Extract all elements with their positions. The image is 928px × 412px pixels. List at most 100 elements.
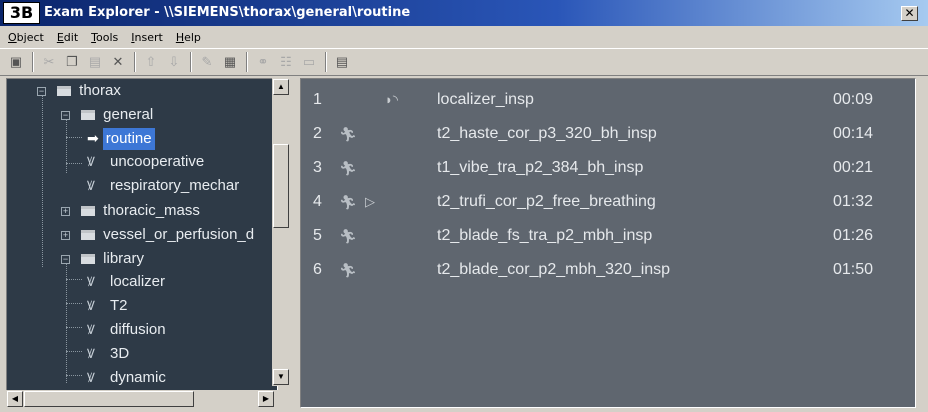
scroll-right-icon[interactable]: ▶ xyxy=(258,391,274,407)
folder-icon xyxy=(57,86,72,96)
tree-item-uncooperative[interactable]: Ꝟuncooperative xyxy=(87,151,207,173)
tree-item-diffusion[interactable]: Ꝟdiffusion xyxy=(87,319,169,341)
collapse-icon[interactable]: − xyxy=(61,111,70,120)
protocol-row[interactable]: 6 🏃︎ t2_blade_cor_p2_mbh_320_insp 01:50 xyxy=(301,253,913,287)
patient-icon: 🏃︎ xyxy=(339,194,357,210)
toolbar-separator xyxy=(246,52,248,72)
properties-icon[interactable]: ▦ xyxy=(219,52,241,72)
protocol-row[interactable]: 2 🏃︎ t2_haste_cor_p3_320_bh_insp 00:14 xyxy=(301,117,913,151)
speaker-icon: ◗◝ xyxy=(385,92,398,107)
tree-vertical-scrollbar[interactable]: ▲ ▼ xyxy=(272,78,290,386)
arrow-right-icon: ➡ xyxy=(87,130,99,146)
folder-icon xyxy=(81,254,96,264)
protocol-number: 2 xyxy=(313,125,322,142)
tree-item-label: respiratory_mechar xyxy=(110,177,240,194)
protocol-number: 3 xyxy=(313,159,322,176)
scroll-down-icon[interactable]: ▼ xyxy=(273,369,289,385)
tree-item-vessel[interactable]: + vessel_or_perfusion_d xyxy=(61,224,257,246)
tree-item-respiratory[interactable]: Ꝟrespiratory_mechar xyxy=(87,175,242,197)
scrollbar-thumb[interactable] xyxy=(24,391,194,407)
tree-item-general[interactable]: − general xyxy=(61,104,156,126)
figure-label: 3B xyxy=(3,2,40,24)
protocol-icon: Ꝟ xyxy=(87,274,95,289)
protocol-duration: 00:09 xyxy=(833,91,874,108)
folder-icon xyxy=(81,230,96,240)
patient-icon: 🏃︎ xyxy=(339,160,357,176)
link-icon[interactable]: ⚭ xyxy=(252,52,274,72)
title-bar: 3B Exam Explorer - \\SIEMENS\thorax\gene… xyxy=(0,0,928,26)
delete-icon[interactable]: ✕ xyxy=(107,52,129,72)
save-icon[interactable]: ▭ xyxy=(298,52,320,72)
protocol-icon: Ꝟ xyxy=(87,322,95,337)
tree-item-label: uncooperative xyxy=(110,153,205,170)
tree-guide-line xyxy=(66,263,67,383)
copy-icon[interactable]: ❐ xyxy=(61,52,83,72)
protocol-icon: Ꝟ xyxy=(87,178,95,193)
exam-tree[interactable]: − thorax − general ➡ routine Ꝟuncooperati… xyxy=(6,78,278,404)
protocol-icon: Ꝟ xyxy=(87,298,95,313)
protocol-duration: 01:32 xyxy=(833,193,874,210)
expand-icon[interactable]: + xyxy=(61,207,70,216)
tree-item-routine[interactable]: ➡ routine xyxy=(87,127,155,150)
menu-object[interactable]: Object xyxy=(8,31,44,44)
toolbar-separator xyxy=(325,52,327,72)
tree-item-t2[interactable]: Ꝟ T2 xyxy=(87,295,131,317)
collapse-icon[interactable]: − xyxy=(37,87,46,96)
toolbar-separator xyxy=(190,52,192,72)
edit-icon[interactable]: ✎ xyxy=(196,52,218,72)
patient-icon: 🏃︎ xyxy=(339,262,357,278)
tree-item-label: dynamic xyxy=(110,369,166,386)
scrollbar-thumb[interactable] xyxy=(273,144,289,228)
tree-item-thorax[interactable]: − thorax xyxy=(37,80,124,102)
tree-item-localizer[interactable]: Ꝟlocalizer xyxy=(87,271,168,293)
folder-icon xyxy=(81,206,96,216)
tree-item-dynamic[interactable]: Ꝟdynamic xyxy=(87,367,169,389)
protocol-icon: Ꝟ xyxy=(87,154,95,169)
cut-icon[interactable]: ✂ xyxy=(38,52,60,72)
protocol-name: t2_trufi_cor_p2_free_breathing xyxy=(437,193,656,210)
protocol-name: t2_haste_cor_p3_320_bh_insp xyxy=(437,125,657,142)
protocol-icon: Ꝟ xyxy=(87,370,95,385)
list-view-icon[interactable]: ▤ xyxy=(331,52,353,72)
protocol-row[interactable]: 4 🏃︎ ▷ t2_trufi_cor_p2_free_breathing 01… xyxy=(301,185,913,219)
protocol-number: 1 xyxy=(313,91,322,108)
scroll-left-icon[interactable]: ◀ xyxy=(7,391,23,407)
tree-item-label: routine xyxy=(102,128,155,150)
protocol-row[interactable]: 5 🏃︎ t2_blade_fs_tra_p2_mbh_insp 01:26 xyxy=(301,219,913,253)
tree-item-library[interactable]: − library xyxy=(61,248,147,270)
collapse-icon[interactable]: − xyxy=(61,255,70,264)
tree-item-thoracic-mass[interactable]: + thoracic_mass xyxy=(61,200,203,222)
tree-item-label: localizer xyxy=(110,273,166,290)
menu-edit[interactable]: Edit xyxy=(57,31,78,44)
tree-item-3d[interactable]: Ꝟ 3D xyxy=(87,343,132,365)
expand-icon[interactable]: + xyxy=(61,231,70,240)
tree-guide-line xyxy=(66,303,82,304)
tree-item-label: general xyxy=(103,106,154,123)
tree-item-label: library xyxy=(103,250,145,267)
move-down-icon[interactable]: ⇩ xyxy=(163,52,185,72)
network-icon[interactable]: ☷ xyxy=(275,52,297,72)
image-icon[interactable]: ▣ xyxy=(5,52,27,72)
tree-item-label: 3D xyxy=(110,345,130,362)
close-button[interactable]: ✕ xyxy=(901,6,918,21)
tree-item-label: thoracic_mass xyxy=(103,202,200,219)
toolbar: ▣ ✂ ❐ ▤ ✕ ⇧ ⇩ ✎ ▦ ⚭ ☷ ▭ ▤ xyxy=(0,48,928,76)
folder-icon xyxy=(81,110,96,120)
scroll-up-icon[interactable]: ▲ xyxy=(273,79,289,95)
tree-guide-line xyxy=(66,137,82,138)
protocol-row[interactable]: 3 🏃︎ t1_vibe_tra_p2_384_bh_insp 00:21 xyxy=(301,151,913,185)
paste-icon[interactable]: ▤ xyxy=(84,52,106,72)
protocol-icon: Ꝟ xyxy=(87,346,95,361)
tree-guide-line xyxy=(66,163,82,164)
tree-horizontal-scrollbar[interactable]: ◀ ▶ xyxy=(6,390,290,408)
menu-help[interactable]: Help xyxy=(176,31,201,44)
protocol-name: t1_vibe_tra_p2_384_bh_insp xyxy=(437,159,644,176)
protocol-row[interactable]: 1 ◗◝ localizer_insp 00:09 xyxy=(301,83,913,117)
tree-item-label: T2 xyxy=(110,297,128,314)
window-title: Exam Explorer - \\SIEMENS\thorax\general… xyxy=(44,5,411,20)
play-icon: ▷ xyxy=(365,194,375,209)
tree-guide-line xyxy=(66,351,82,352)
menu-tools[interactable]: Tools xyxy=(91,31,118,44)
menu-insert[interactable]: Insert xyxy=(131,31,163,44)
move-up-icon[interactable]: ⇧ xyxy=(140,52,162,72)
